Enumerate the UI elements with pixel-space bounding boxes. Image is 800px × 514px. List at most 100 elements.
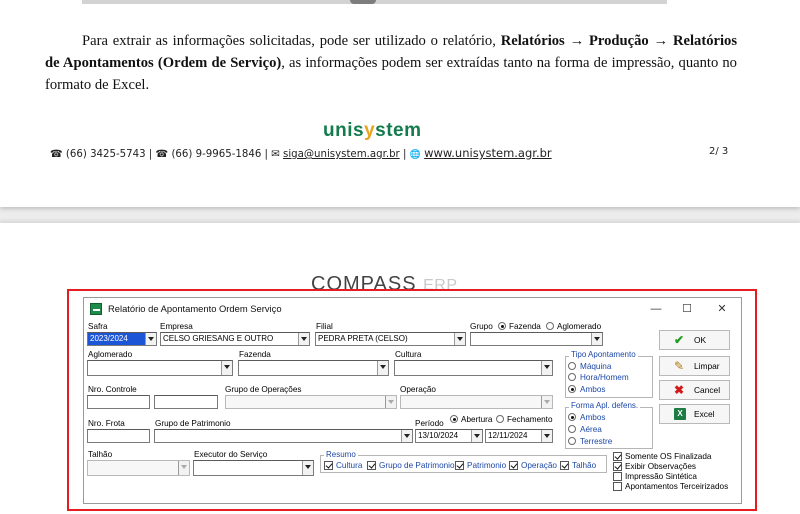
previous-image-edge-dot — [350, 0, 376, 4]
tipo-maquina-label: Máquina — [580, 362, 612, 371]
title-bar[interactable]: Relatório de Apontamento Ordem Serviço —… — [84, 298, 741, 320]
chevron-down-icon[interactable] — [541, 396, 552, 408]
logo-text-left: unis — [323, 120, 365, 141]
resumo-cultura-checkbox[interactable] — [324, 461, 333, 470]
cultura-select[interactable] — [394, 360, 553, 376]
impressao-sintetica-checkbox[interactable] — [613, 472, 622, 481]
apontamentos-terceirizados-label: Apontamentos Terceirizados — [625, 482, 729, 491]
grupo-select[interactable] — [470, 332, 603, 346]
excel-icon: X — [674, 408, 686, 420]
page-number: 2/ 3 — [709, 146, 729, 157]
phone-mobile: ☎ (66) 9-9965-1846 | — [155, 149, 272, 160]
instruction-paragraph: Para extrair as informações solicitadas,… — [45, 30, 737, 96]
impressao-sintetica-label: Impressão Sintética — [625, 472, 697, 481]
close-button[interactable]: ✕ — [708, 299, 736, 319]
page-footer: ☎ (66) 3425-5743 | ☎ (66) 9-9965-1846 | … — [50, 146, 750, 160]
safra-select[interactable]: 2023/2024 — [87, 332, 157, 346]
empresa-label: Empresa — [160, 322, 193, 331]
chevron-down-icon[interactable] — [591, 333, 602, 345]
cancel-label: Cancel — [694, 385, 721, 395]
resumo-talhao-label: Talhão — [572, 461, 597, 470]
grupo-operacoes-select[interactable] — [225, 395, 397, 409]
maximize-button[interactable]: ☐ — [673, 299, 701, 319]
forma-ambos-radio[interactable] — [568, 413, 576, 421]
email-icon: ✉ — [271, 149, 280, 160]
nro-controle-from-input[interactable] — [87, 395, 150, 409]
minimize-button[interactable]: — — [642, 299, 670, 319]
nro-frota-input[interactable] — [87, 429, 150, 443]
tipo-ambos-label: Ambos — [580, 385, 606, 394]
periodo-abertura-radio[interactable] — [450, 415, 458, 423]
tipo-ambos-radio[interactable] — [568, 385, 576, 393]
chevron-down-icon[interactable] — [541, 430, 552, 442]
grupo-aglomerado-radio[interactable] — [546, 322, 554, 330]
phone-landline: ☎ (66) 3425-5743 | — [50, 149, 156, 160]
resumo-talhao-checkbox[interactable] — [560, 461, 569, 470]
safra-label: Safra — [88, 322, 108, 331]
email-link[interactable]: siga@unisystem.agr.br — [283, 149, 400, 160]
empresa-select[interactable]: CELSO GRIESANG E OUTRO — [160, 332, 310, 346]
chevron-down-icon[interactable] — [145, 333, 156, 345]
forma-aerea-label: Aérea — [580, 425, 602, 434]
forma-terrestre-radio[interactable] — [568, 437, 576, 445]
periodo-date-to[interactable]: 12/11/2024 — [485, 429, 553, 443]
nro-controle-to-input[interactable] — [154, 395, 218, 409]
chevron-down-icon[interactable] — [302, 461, 313, 475]
resumo-patrimonio-checkbox[interactable] — [455, 461, 464, 470]
chevron-down-icon[interactable] — [221, 361, 232, 375]
somente-os-finalizada-checkbox[interactable] — [613, 452, 622, 461]
website-link[interactable]: www.unisystem.agr.br — [424, 146, 552, 160]
excel-label: Excel — [694, 409, 715, 419]
date-to-value: 12/11/2024 — [488, 431, 528, 440]
tipo-hora-homem-radio[interactable] — [568, 373, 576, 381]
chevron-down-icon[interactable] — [454, 333, 465, 345]
chevron-down-icon[interactable] — [178, 461, 189, 475]
chevron-down-icon[interactable] — [401, 430, 412, 442]
chevron-down-icon[interactable] — [377, 361, 388, 375]
exibir-observacoes-label: Exibir Observações — [625, 462, 696, 471]
fazenda-select[interactable] — [238, 360, 389, 376]
aglomerado-select[interactable] — [87, 360, 233, 376]
ok-button[interactable]: ✔ OK — [659, 330, 730, 350]
periodo-fechamento-label: Fechamento — [507, 415, 553, 424]
cancel-button[interactable]: ✖ Cancel — [659, 380, 730, 400]
executor-select[interactable] — [193, 460, 314, 476]
paragraph-text-1: Para extrair as informações solicitadas,… — [82, 33, 501, 49]
limpar-button[interactable]: ✎ Limpar — [659, 356, 730, 376]
exibir-observacoes-checkbox[interactable] — [613, 462, 622, 471]
periodo-date-from[interactable]: 13/10/2024 — [415, 429, 483, 443]
chevron-down-icon[interactable] — [385, 396, 396, 408]
broom-icon: ✎ — [674, 359, 685, 373]
aglomerado-label: Aglomerado — [88, 350, 133, 359]
excel-button[interactable]: X Excel — [659, 404, 730, 424]
resumo-grupo-patrimonio-checkbox[interactable] — [367, 461, 376, 470]
resumo-cultura-label: Cultura — [336, 461, 363, 470]
talhao-select[interactable] — [87, 460, 190, 476]
limpar-label: Limpar — [694, 361, 720, 371]
ok-label: OK — [694, 335, 707, 345]
operacao-label: Operação — [400, 385, 436, 394]
unisystem-logo: unisystem — [323, 120, 463, 142]
forma-aerea-radio[interactable] — [568, 425, 576, 433]
footer-separator: | — [399, 149, 410, 160]
chevron-down-icon[interactable] — [541, 361, 552, 375]
operacao-select[interactable] — [400, 395, 553, 409]
periodo-fechamento-radio[interactable] — [496, 415, 504, 423]
resumo-title: Resumo — [324, 450, 358, 459]
nro-frota-label: Nro. Frota — [88, 419, 125, 428]
chevron-down-icon[interactable] — [471, 430, 482, 442]
cross-icon: ✖ — [674, 383, 685, 397]
executor-label: Executor do Serviço — [194, 450, 268, 459]
globe-icon: 🌐 — [409, 150, 421, 160]
tipo-apontamento-title: Tipo Apontamento — [569, 350, 638, 359]
grupo-fazenda-radio[interactable] — [498, 322, 506, 330]
filial-select[interactable]: PEDRA PRETA (CELSO) — [315, 332, 466, 346]
resumo-operacao-checkbox[interactable] — [509, 461, 518, 470]
tipo-maquina-radio[interactable] — [568, 362, 576, 370]
chevron-down-icon[interactable] — [298, 333, 309, 345]
filial-label: Filial — [316, 322, 333, 331]
forma-ambos-label: Ambos — [580, 413, 606, 422]
apontamentos-terceirizados-checkbox[interactable] — [613, 482, 622, 491]
somente-os-finalizada-label: Somente OS Finalizada — [625, 452, 712, 461]
grupo-patrimonio-select[interactable] — [154, 429, 413, 443]
